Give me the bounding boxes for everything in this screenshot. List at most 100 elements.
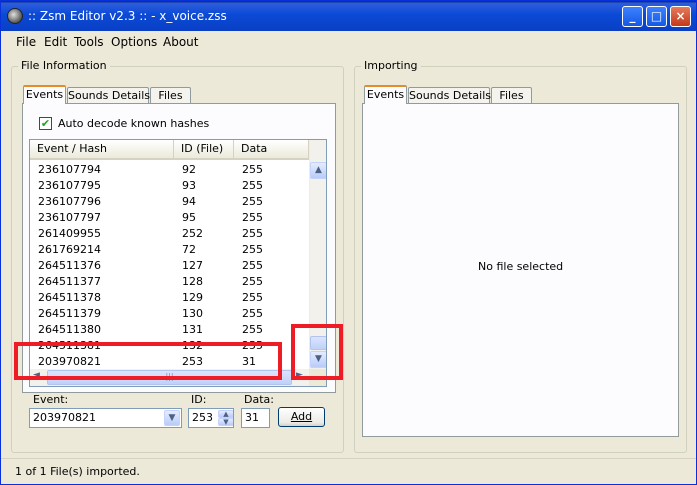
id-file-cell: 92 (182, 163, 196, 176)
auto-decode-label: Auto decode known hashes (58, 117, 210, 130)
id-file-cell: 128 (182, 275, 203, 288)
id-value: 253 (192, 411, 213, 424)
close-icon: × (675, 9, 686, 23)
list-item[interactable]: 264511380 131 255 (30, 322, 309, 338)
data-cell: 31 (242, 355, 256, 368)
event-hash-cell: 264511378 (38, 291, 101, 304)
file-information-label: File Information (18, 59, 110, 72)
chevron-up-icon: ▲ (223, 410, 229, 418)
list-item[interactable]: 261409955 252 255 (30, 226, 309, 242)
id-file-cell: 127 (182, 259, 203, 272)
list-item[interactable]: 236107795 93 255 (30, 178, 309, 194)
data-cell: 255 (242, 307, 263, 320)
list-horizontal-scrollbar[interactable]: ◄ ||| ► (30, 369, 309, 386)
tab-events[interactable]: Events (23, 85, 66, 104)
data-value: 31 (245, 411, 259, 424)
menu-about[interactable]: About (163, 35, 198, 49)
scroll-up-icon: ▲ (315, 165, 322, 175)
event-hash-cell: 264511381 (38, 339, 101, 352)
list-header: Event / Hash ID (File) Data (30, 140, 309, 160)
data-cell: 255 (242, 227, 263, 240)
scroll-up-button[interactable]: ▲ (310, 162, 326, 179)
id-increment-button[interactable]: ▲ (218, 410, 233, 418)
list-item[interactable]: 236107794 92 255 (30, 162, 309, 178)
event-hash-cell: 264511376 (38, 259, 101, 272)
status-bar: 1 of 1 File(s) imported. (1, 458, 696, 484)
list-vertical-scrollbar[interactable]: ▲ ▼ (309, 140, 326, 369)
data-cell: 255 (242, 275, 263, 288)
minimize-button[interactable]: _ (622, 6, 643, 27)
data-cell: 255 (242, 339, 263, 352)
id-file-cell: 132 (182, 339, 203, 352)
data-cell: 255 (242, 243, 263, 256)
event-hash-cell: 236107797 (38, 211, 101, 224)
vertical-scroll-thumb[interactable] (310, 336, 326, 350)
menu-bar: File Edit Tools Options About (1, 31, 696, 53)
close-button[interactable]: × (670, 6, 691, 27)
event-dropdown-button[interactable]: ▼ (164, 410, 180, 426)
menu-options[interactable]: Options (111, 35, 157, 49)
title-bar[interactable]: :: Zsm Editor v2.3 :: - x_voice.zss _ □ … (1, 1, 696, 31)
column-data[interactable]: Data (234, 140, 309, 158)
column-id-file[interactable]: ID (File) (174, 140, 234, 158)
importing-tab-panel: No file selected (362, 103, 679, 437)
id-file-cell: 72 (182, 243, 196, 256)
scroll-left-icon[interactable]: ◄ (33, 370, 40, 380)
event-value: 203970821 (33, 411, 96, 424)
list-item[interactable]: 264511377 128 255 (30, 274, 309, 290)
maximize-button[interactable]: □ (646, 6, 667, 27)
horizontal-scroll-thumb[interactable]: ||| (47, 370, 292, 385)
id-decrement-button[interactable]: ▼ (218, 418, 233, 426)
list-item[interactable]: 264511379 130 255 (30, 306, 309, 322)
list-item[interactable]: 261769214 72 255 (30, 242, 309, 258)
data-cell: 255 (242, 323, 263, 336)
id-stepper[interactable]: 253 ▲ ▼ (188, 408, 234, 428)
id-label: ID: (191, 393, 207, 406)
event-hash-cell: 264511379 (38, 307, 101, 320)
event-combobox[interactable]: 203970821 ▼ (29, 408, 182, 428)
scroll-grip-icon: ||| (165, 372, 174, 381)
event-hash-cell: 261769214 (38, 243, 101, 256)
menu-file[interactable]: File (16, 35, 36, 49)
id-file-cell: 129 (182, 291, 203, 304)
status-text: 1 of 1 File(s) imported. (15, 465, 140, 478)
data-label: Data: (244, 393, 274, 406)
app-icon[interactable] (7, 8, 23, 24)
list-item[interactable]: 264511378 129 255 (30, 290, 309, 306)
no-file-selected-text: No file selected (478, 260, 564, 273)
data-cell: 255 (242, 179, 263, 192)
menu-tools[interactable]: Tools (74, 35, 104, 49)
menu-edit[interactable]: Edit (44, 35, 67, 49)
window-title: :: Zsm Editor v2.3 :: - x_voice.zss (28, 9, 227, 23)
scroll-right-icon[interactable]: ► (296, 370, 303, 380)
event-hash-cell: 264511380 (38, 323, 101, 336)
id-file-cell: 94 (182, 195, 196, 208)
auto-decode-checkbox[interactable]: ✔ (39, 117, 52, 130)
scrollbar-corner (309, 369, 326, 386)
data-cell: 255 (242, 195, 263, 208)
events-list[interactable]: Event / Hash ID (File) Data 236107794 92 2… (29, 139, 327, 387)
add-button-label: Add (290, 410, 313, 423)
scroll-down-button[interactable]: ▼ (310, 351, 326, 368)
list-item[interactable]: 264511381 132 255 (30, 338, 309, 354)
list-item[interactable]: 236107796 94 255 (30, 194, 309, 210)
event-label: Event: (33, 393, 69, 406)
add-button[interactable]: Add (278, 407, 325, 427)
event-hash-cell: 203970821 (38, 355, 101, 368)
importing-tab-events[interactable]: Events (364, 85, 407, 104)
list-item[interactable]: 236107797 95 255 (30, 210, 309, 226)
data-cell: 255 (242, 211, 263, 224)
data-cell: 255 (242, 259, 263, 272)
importing-label: Importing (361, 59, 421, 72)
id-file-cell: 253 (182, 355, 203, 368)
list-item[interactable]: 203970821 253 31 (30, 354, 309, 370)
column-event-hash[interactable]: Event / Hash (30, 140, 174, 158)
check-icon: ✔ (40, 117, 51, 130)
event-hash-cell: 236107795 (38, 179, 101, 192)
event-hash-cell: 236107796 (38, 195, 101, 208)
scroll-down-icon: ▼ (315, 354, 322, 364)
minimize-icon: _ (629, 9, 636, 23)
list-item[interactable]: 264511376 127 255 (30, 258, 309, 274)
data-input[interactable]: 31 (241, 408, 270, 428)
chevron-down-icon: ▼ (168, 413, 176, 423)
